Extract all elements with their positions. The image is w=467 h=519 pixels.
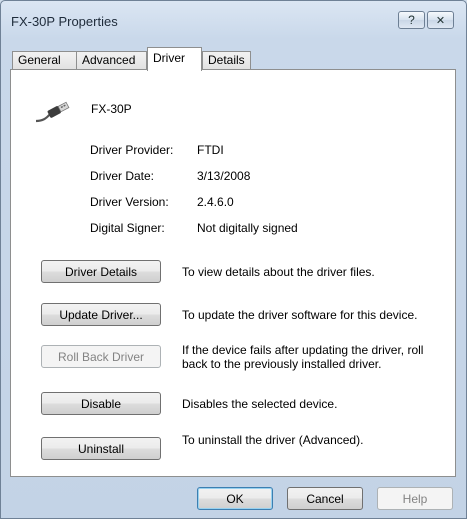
properties-dialog: FX-30P Properties ? ✕ General Advanced D… (0, 0, 467, 519)
tab-details[interactable]: Details (202, 51, 251, 70)
help-button[interactable]: Help (377, 487, 453, 510)
driver-version-label: Driver Version: (90, 195, 169, 209)
cancel-button[interactable]: Cancel (287, 487, 363, 510)
driver-provider-value: FTDI (197, 143, 224, 157)
uninstall-button[interactable]: Uninstall (41, 437, 161, 460)
update-driver-button[interactable]: Update Driver... (41, 303, 161, 326)
digital-signer-value: Not digitally signed (197, 221, 298, 235)
roll-back-driver-button[interactable]: Roll Back Driver (41, 345, 161, 368)
update-driver-description: To update the driver software for this d… (182, 308, 418, 322)
disable-button[interactable]: Disable (41, 392, 161, 415)
digital-signer-label: Digital Signer: (90, 221, 165, 235)
disable-description: Disables the selected device. (182, 397, 338, 411)
close-button[interactable]: ✕ (427, 11, 454, 29)
tab-advanced[interactable]: Advanced (76, 51, 147, 70)
usb-cable-icon (35, 101, 70, 123)
tab-driver[interactable]: Driver (147, 47, 202, 71)
window-title: FX-30P Properties (11, 14, 118, 29)
close-icon: ✕ (435, 14, 446, 27)
driver-provider-label: Driver Provider: (90, 143, 174, 157)
tab-general[interactable]: General (12, 51, 77, 70)
ok-button[interactable]: OK (197, 487, 273, 510)
question-icon: ? (408, 13, 415, 27)
driver-date-value: 3/13/2008 (197, 169, 251, 183)
driver-date-label: Driver Date: (90, 169, 155, 183)
uninstall-description: To uninstall the driver (Advanced). (182, 433, 364, 447)
driver-details-button[interactable]: Driver Details (41, 260, 161, 283)
driver-version-value: 2.4.6.0 (197, 195, 234, 209)
device-name: FX-30P (91, 102, 132, 116)
help-title-button[interactable]: ? (398, 11, 425, 29)
roll-back-driver-description: If the device fails after updating the d… (182, 343, 424, 371)
driver-details-description: To view details about the driver files. (182, 265, 375, 279)
